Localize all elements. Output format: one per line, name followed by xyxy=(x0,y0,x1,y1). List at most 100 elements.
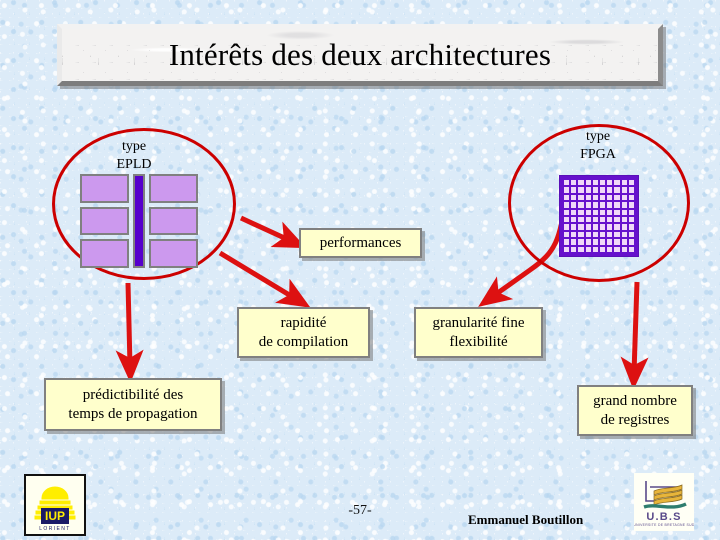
fpga-cell xyxy=(607,202,613,208)
fpga-cell xyxy=(571,231,577,238)
box-rapidite-line2: de compilation xyxy=(258,333,349,350)
ubs-logo-graphic: U.B.S UNIVERSITE DE BRETAGNE SUD xyxy=(634,473,694,531)
fpga-cell xyxy=(571,209,577,215)
page-title: Intérêts des deux architectures xyxy=(168,37,552,72)
fpga-cell xyxy=(571,224,577,230)
fpga-cell xyxy=(585,217,591,223)
fpga-cell xyxy=(599,202,606,208)
fpga-cell xyxy=(628,246,634,252)
fpga-cell xyxy=(599,231,606,238)
epld-block xyxy=(149,239,198,268)
fpga-cell xyxy=(564,246,570,252)
fpga-cell xyxy=(592,194,598,201)
fpga-cell xyxy=(599,187,606,193)
page-number: -57- xyxy=(348,503,372,518)
title-banner: Intérêts des deux architectures xyxy=(57,24,663,86)
fpga-cell xyxy=(592,202,598,208)
fpga-cell xyxy=(614,194,620,201)
label-fpga-line1: type xyxy=(585,129,611,144)
fpga-cell xyxy=(599,180,606,186)
fpga-cell xyxy=(614,217,620,223)
fpga-cell xyxy=(599,194,606,201)
iup-logo-subtext: LORIENT xyxy=(39,526,70,532)
fpga-cell xyxy=(607,217,613,223)
fpga-array-diagram xyxy=(559,175,639,257)
fpga-cell xyxy=(578,202,584,208)
box-predictibilite: prédictibilité des temps de propagation xyxy=(44,378,222,431)
fpga-cell xyxy=(621,187,627,193)
fpga-cell xyxy=(592,187,598,193)
box-granularite-line1: granularité fine xyxy=(432,315,525,332)
fpga-cell xyxy=(607,224,613,230)
box-performances: performances xyxy=(299,228,422,258)
fpga-cell xyxy=(621,209,627,215)
fpga-cell xyxy=(578,246,584,252)
fpga-cell xyxy=(592,217,598,223)
box-predictibilite-line1: prédictibilité des xyxy=(82,387,184,404)
fpga-cell xyxy=(628,231,634,238)
box-grand-nombre-de-registres: grand nombre de registres xyxy=(577,385,693,436)
fpga-cell xyxy=(571,180,577,186)
label-epld-line1: type xyxy=(121,139,147,154)
fpga-cell xyxy=(571,187,577,193)
fpga-cell xyxy=(564,231,570,238)
fpga-cell xyxy=(628,209,634,215)
fpga-cell xyxy=(599,217,606,223)
box-predictibilite-line2: temps de propagation xyxy=(68,405,198,422)
fpga-cell xyxy=(621,239,627,245)
fpga-cell xyxy=(571,194,577,201)
fpga-cell xyxy=(621,231,627,238)
fpga-cell xyxy=(564,224,570,230)
label-epld-line2: EPLD xyxy=(116,156,152,172)
fpga-cell xyxy=(585,246,591,252)
fpga-cell xyxy=(628,202,634,208)
fpga-cell xyxy=(578,180,584,186)
epld-block xyxy=(149,206,198,236)
fpga-cell xyxy=(607,239,613,245)
fpga-cell xyxy=(571,239,577,245)
fpga-cell xyxy=(628,217,634,223)
fpga-cell xyxy=(628,180,634,186)
fpga-cell xyxy=(614,246,620,252)
fpga-cell xyxy=(585,224,591,230)
box-registres-line1: grand nombre xyxy=(593,393,677,410)
fpga-cell xyxy=(607,231,613,238)
epld-interconnect-bar xyxy=(133,174,145,268)
fpga-cell xyxy=(564,180,570,186)
fpga-cell xyxy=(628,194,634,201)
fpga-cell xyxy=(585,239,591,245)
fpga-cell xyxy=(614,209,620,215)
epld-chip-diagram xyxy=(80,174,198,268)
fpga-cell xyxy=(607,209,613,215)
fpga-cell xyxy=(571,217,577,223)
fpga-cell xyxy=(578,209,584,215)
fpga-cell xyxy=(592,224,598,230)
iup-logo-text: IUP xyxy=(45,509,65,523)
fpga-cell xyxy=(614,239,620,245)
fpga-cell xyxy=(564,202,570,208)
box-rapidite-line1: rapidité xyxy=(280,315,327,332)
fpga-cell xyxy=(614,187,620,193)
box-granularite-line2: flexibilité xyxy=(449,333,508,350)
fpga-cell xyxy=(599,246,606,252)
fpga-cell xyxy=(592,239,598,245)
iup-logo: IUP LORIENT xyxy=(24,474,86,536)
fpga-cell xyxy=(564,239,570,245)
fpga-cell xyxy=(614,231,620,238)
fpga-cell xyxy=(564,194,570,201)
ubs-logo: U.B.S UNIVERSITE DE BRETAGNE SUD xyxy=(634,473,694,531)
fpga-cell xyxy=(614,202,620,208)
label-type-fpga: type FPGA xyxy=(562,128,634,163)
fpga-cell xyxy=(571,246,577,252)
fpga-cell xyxy=(564,209,570,215)
fpga-cell xyxy=(585,231,591,238)
fpga-cell xyxy=(599,209,606,215)
box-rapidite-de-compilation: rapidité de compilation xyxy=(237,307,370,358)
fpga-cell xyxy=(621,224,627,230)
fpga-cell xyxy=(621,217,627,223)
box-performances-line1: performances xyxy=(319,234,402,251)
fpga-cell xyxy=(607,194,613,201)
fpga-cell xyxy=(578,224,584,230)
fpga-cell xyxy=(585,180,591,186)
fpga-cell xyxy=(578,231,584,238)
